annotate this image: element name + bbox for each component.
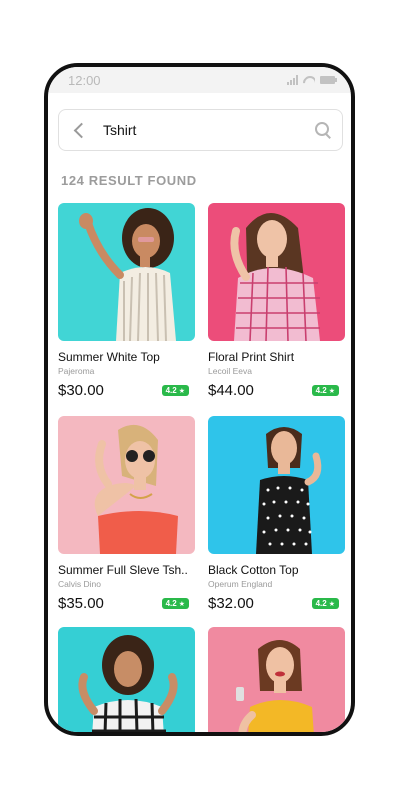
product-card[interactable]: Floral Print Shirt Lecoil Eeva $44.00 4.… [208, 203, 345, 399]
model-photo [79, 208, 176, 341]
phone-frame: 12:00 124 RESULT FOUND [44, 63, 355, 736]
wifi-icon [303, 75, 315, 85]
star-icon: ★ [328, 387, 335, 395]
rating-value: 4.2 [165, 386, 177, 395]
star-icon: ★ [178, 600, 185, 608]
model-photo [236, 640, 314, 732]
product-image[interactable] [208, 203, 345, 341]
search-icon[interactable] [314, 121, 332, 139]
product-title[interactable]: Floral Print Shirt [208, 350, 345, 364]
model-photo [256, 427, 322, 554]
product-title[interactable]: Black Cotton Top [208, 563, 345, 577]
rating-value: 4.2 [165, 599, 177, 608]
search-bar [58, 109, 343, 151]
status-time: 12:00 [68, 72, 101, 88]
rating-value: 4.2 [315, 386, 327, 395]
product-footer: $30.00 4.2 ★ [58, 382, 195, 399]
search-input[interactable] [103, 122, 314, 138]
product-card[interactable]: Summer White Top Pajeroma $30.00 4.2 ★ [58, 203, 195, 399]
product-image[interactable] [208, 416, 345, 554]
rating-badge: 4.2 ★ [311, 385, 339, 396]
rating-badge: 4.2 ★ [161, 385, 189, 396]
product-brand: Lecoil Eeva [208, 366, 252, 376]
status-icons [287, 75, 337, 85]
status-bar: 12:00 [48, 67, 351, 93]
star-icon: ★ [328, 600, 335, 608]
product-price: $30.00 [58, 382, 104, 399]
star-icon: ★ [178, 387, 185, 395]
product-image[interactable] [58, 203, 195, 341]
model-photo [78, 635, 178, 732]
product-card[interactable]: Summer Full Sleve Tsh.. Calvis Dino $35.… [58, 416, 195, 612]
result-count: 124 RESULT FOUND [61, 173, 197, 188]
product-price: $44.00 [208, 382, 254, 399]
signal-icon [287, 75, 298, 85]
model-photo [94, 424, 178, 554]
rating-badge: 4.2 ★ [161, 598, 189, 609]
product-brand: Operum England [208, 579, 273, 589]
product-footer: $44.00 4.2 ★ [208, 382, 345, 399]
product-price: $32.00 [208, 595, 254, 612]
product-brand: Calvis Dino [58, 579, 101, 589]
product-image[interactable] [58, 627, 195, 732]
product-card[interactable] [208, 627, 345, 732]
product-brand: Pajeroma [58, 366, 95, 376]
rating-badge: 4.2 ★ [311, 598, 339, 609]
product-card[interactable]: Black Cotton Top Operum England $32.00 4… [208, 416, 345, 612]
product-image[interactable] [208, 627, 345, 732]
product-image[interactable] [58, 416, 195, 554]
model-photo [230, 213, 320, 341]
back-icon[interactable] [71, 121, 89, 139]
product-price: $35.00 [58, 595, 104, 612]
product-footer: $35.00 4.2 ★ [58, 595, 195, 612]
product-card[interactable] [58, 627, 195, 732]
rating-value: 4.2 [315, 599, 327, 608]
battery-icon [320, 76, 337, 84]
product-title[interactable]: Summer Full Sleve Tsh.. [58, 563, 195, 577]
product-footer: $32.00 4.2 ★ [208, 595, 345, 612]
product-title[interactable]: Summer White Top [58, 350, 195, 364]
